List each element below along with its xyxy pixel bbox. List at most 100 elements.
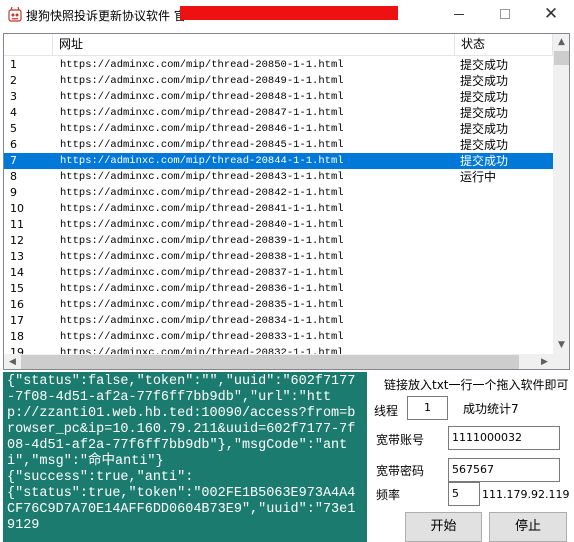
row-url: https://adminxc.com/mip/thread-20841-1-1… [60, 203, 344, 215]
table-row[interactable]: 17 https://adminxc.com/mip/thread-20834-1… [4, 313, 553, 329]
row-url: https://adminxc.com/mip/thread-20834-1-1… [60, 315, 344, 327]
threads-label: 线程 [374, 404, 399, 418]
row-index: 2 [10, 74, 17, 87]
table-row[interactable]: 6 https://adminxc.com/mip/thread-20845-1-… [4, 137, 553, 153]
row-url: https://adminxc.com/mip/thread-20850-1-1… [60, 59, 344, 71]
minimize-icon [454, 13, 464, 15]
row-url: https://adminxc.com/mip/thread-20833-1-1… [60, 331, 344, 343]
minimize-button[interactable] [436, 0, 482, 29]
row-index: 12 [10, 234, 24, 247]
row-status: 提交成功 [460, 138, 509, 152]
password-input[interactable]: 567567 [448, 458, 560, 482]
table-row[interactable]: 12 https://adminxc.com/mip/thread-20839-1… [4, 233, 553, 249]
row-url: https://adminxc.com/mip/thread-20839-1-1… [60, 235, 344, 247]
vertical-scrollbar[interactable]: ▲ ▼ [553, 34, 569, 354]
column-header-index[interactable] [4, 34, 53, 56]
row-url: https://adminxc.com/mip/thread-20849-1-1… [60, 75, 344, 87]
scroll-left-icon[interactable]: ◀ [4, 354, 21, 369]
row-status [460, 281, 552, 297]
row-status [460, 297, 552, 313]
row-index: 9 [10, 186, 17, 199]
row-status: 提交成功 [460, 106, 509, 120]
table-row[interactable]: 18 https://adminxc.com/mip/thread-20833-1… [4, 329, 553, 345]
close-icon: ✕ [543, 4, 559, 24]
table-row[interactable]: 4 https://adminxc.com/mip/thread-20847-1-… [4, 105, 553, 121]
table-row[interactable]: 3 https://adminxc.com/mip/thread-20848-1-… [4, 89, 553, 105]
row-status: 提交成功 [460, 154, 509, 168]
table-row[interactable]: 14 https://adminxc.com/mip/thread-20837-1… [4, 265, 553, 281]
ip-address-text: 111.179.92.119 [482, 488, 570, 501]
row-index: 10 [10, 202, 24, 215]
row-status: 运行中 [460, 170, 497, 184]
table-row[interactable]: 10 https://adminxc.com/mip/thread-20841-1… [4, 201, 553, 217]
list-body: 1 https://adminxc.com/mip/thread-20850-1-… [4, 57, 553, 361]
vertical-scroll-thumb[interactable] [554, 51, 569, 65]
row-index: 6 [10, 138, 17, 151]
scroll-right-icon[interactable]: ▶ [536, 354, 553, 369]
row-status [460, 249, 552, 265]
title-bar: 搜狗快照投诉更新协议软件 官 ✕ [0, 0, 574, 30]
rate-input[interactable]: 5 [448, 482, 480, 506]
hint-label: 链接放入txt一行一个拖入软件即可 [384, 378, 569, 392]
row-index: 17 [10, 314, 24, 327]
list-header: 网址 状态 [4, 34, 553, 56]
row-status [460, 313, 552, 329]
row-status [460, 329, 552, 345]
row-status: 提交成功 [460, 122, 509, 136]
row-index: 18 [10, 330, 24, 343]
start-button[interactable]: 开始 [405, 512, 482, 542]
row-url: https://adminxc.com/mip/thread-20845-1-1… [60, 139, 344, 151]
row-status [460, 265, 552, 281]
window-title: 搜狗快照投诉更新协议软件 官 [26, 9, 186, 23]
row-index: 4 [10, 106, 17, 119]
table-row[interactable]: 2 https://adminxc.com/mip/thread-20849-1-… [4, 73, 553, 89]
maximize-icon [500, 9, 510, 19]
table-row[interactable]: 13 https://adminxc.com/mip/thread-20838-1… [4, 249, 553, 265]
table-row[interactable]: 11 https://adminxc.com/mip/thread-20840-1… [4, 217, 553, 233]
account-input[interactable]: 1111000032 [448, 426, 560, 450]
column-header-url[interactable]: 网址 [53, 34, 455, 56]
account-label: 宽带账号 [376, 433, 425, 447]
title-redaction [180, 6, 398, 20]
row-index: 1 [10, 58, 17, 71]
row-status [460, 185, 552, 201]
row-index: 8 [10, 170, 17, 183]
row-url: https://adminxc.com/mip/thread-20838-1-1… [60, 251, 344, 263]
row-index: 16 [10, 298, 24, 311]
url-list[interactable]: 网址 状态 1 https://adminxc.com/mip/thread-20… [3, 33, 570, 370]
row-url: https://adminxc.com/mip/thread-20848-1-1… [60, 91, 344, 103]
app-icon [8, 7, 22, 22]
log-output[interactable]: {"status":false,"token":"","uuid":"602f7… [3, 372, 367, 542]
row-url: https://adminxc.com/mip/thread-20844-1-1… [60, 155, 344, 167]
table-row[interactable]: 7 https://adminxc.com/mip/thread-20844-1-… [4, 153, 553, 169]
table-row[interactable]: 15 https://adminxc.com/mip/thread-20836-1… [4, 281, 553, 297]
success-count-label: 成功统计7 [463, 402, 519, 416]
threads-input[interactable]: 1 [407, 396, 448, 420]
row-index: 7 [10, 154, 17, 167]
scrollbar-corner [553, 354, 569, 369]
table-row[interactable]: 8 https://adminxc.com/mip/thread-20843-1-… [4, 169, 553, 185]
row-status: 提交成功 [460, 74, 509, 88]
table-row[interactable]: 16 https://adminxc.com/mip/thread-20835-1… [4, 297, 553, 313]
horizontal-scrollbar[interactable]: ◀ ▶ [4, 354, 553, 369]
row-index: 3 [10, 90, 17, 103]
table-row[interactable]: 9 https://adminxc.com/mip/thread-20842-1-… [4, 185, 553, 201]
row-index: 5 [10, 122, 17, 135]
scroll-up-icon[interactable]: ▲ [553, 34, 569, 51]
table-row[interactable]: 5 https://adminxc.com/mip/thread-20846-1-… [4, 121, 553, 137]
stop-button[interactable]: 停止 [489, 512, 567, 542]
row-status [460, 201, 552, 217]
horizontal-scroll-thumb[interactable] [21, 355, 519, 369]
row-url: https://adminxc.com/mip/thread-20835-1-1… [60, 299, 344, 311]
scroll-down-icon[interactable]: ▼ [553, 337, 569, 354]
rate-label: 频率 [376, 488, 401, 502]
row-status: 提交成功 [460, 58, 509, 72]
table-row[interactable]: 1 https://adminxc.com/mip/thread-20850-1-… [4, 57, 553, 73]
row-url: https://adminxc.com/mip/thread-20837-1-1… [60, 267, 344, 279]
row-status: 提交成功 [460, 90, 509, 104]
column-header-status[interactable]: 状态 [455, 34, 553, 56]
row-index: 15 [10, 282, 24, 295]
maximize-button[interactable] [482, 0, 528, 29]
close-button[interactable]: ✕ [528, 0, 574, 29]
row-status [460, 233, 552, 249]
